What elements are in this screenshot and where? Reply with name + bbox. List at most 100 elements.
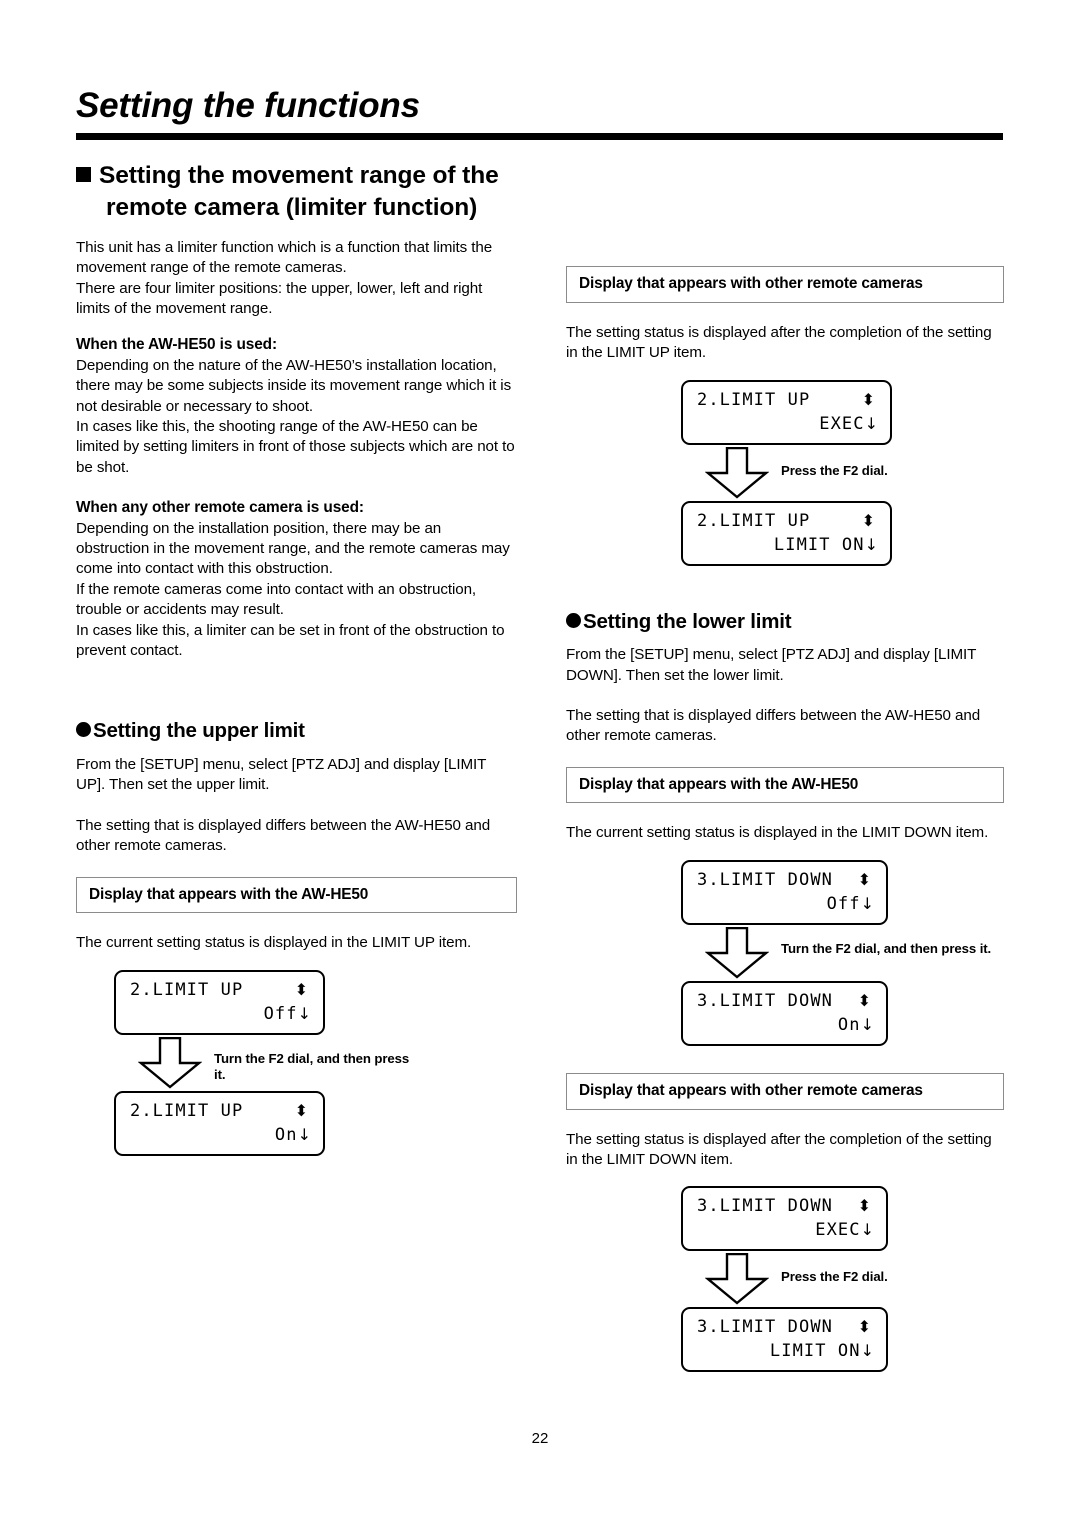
caption-box-other-lower: Display that appears with other remote c… [566, 1072, 1004, 1110]
up-down-arrow-icon: ⬍ [861, 510, 875, 530]
lcd-line1-text: 3.LIMIT DOWN [697, 1196, 834, 1217]
lcd-line1-text: 2.LIMIT UP [697, 510, 811, 531]
lcd-display-limit-down-limit-on: 3.LIMIT DOWN ⬍ LIMIT ON ↓ [681, 1307, 888, 1373]
caption-box-he50-upper: Display that appears with the AW-HE50 [76, 876, 517, 914]
intro-paragraph-1: This unit has a limiter function which i… [76, 238, 493, 277]
lcd-display-limit-up-off: 2.LIMIT UP ⬍ Off ↓ [114, 969, 325, 1035]
lcd-line1-text: 2.LIMIT UP [697, 389, 811, 410]
lcd-line2-text: LIMIT ON [769, 1341, 861, 1362]
intro-paragraph-2: There are four limiter positions: the up… [76, 279, 483, 317]
up-down-arrow-icon: ⬍ [857, 990, 871, 1010]
section-heading-text: Setting the movement range of the remote… [99, 162, 499, 221]
up-down-arrow-icon: ⬍ [857, 869, 871, 889]
lower-limit-paragraph-4: The setting status is displayed after th… [566, 1130, 992, 1168]
flow-step-other-lower: Press the F2 dial. [681, 1251, 1004, 1307]
flow-caption-text: Press the F2 dial. [781, 1269, 888, 1285]
upper-limit-paragraph-1: From the [SETUP] menu, select [PTZ ADJ] … [76, 756, 487, 794]
he50-paragraph-2: In cases like this, the shooting range o… [76, 417, 515, 476]
lcd-line1-text: 2.LIMIT UP [130, 1100, 244, 1121]
page-title: Setting the functions [76, 86, 420, 125]
heading-setting-upper-limit: Setting the upper limit [76, 719, 517, 744]
lower-limit-paragraph-1: From the [SETUP] menu, select [PTZ ADJ] … [566, 646, 977, 684]
flow-step-he50-lower: Turn the F2 dial, and then press it. [681, 925, 1004, 981]
down-arrow-icon: ↓ [860, 1341, 874, 1361]
up-down-arrow-icon: ⬍ [857, 1196, 871, 1216]
flow-down-arrow-icon [137, 1036, 203, 1094]
flow-caption-text: Turn the F2 dial, and then press it. [214, 1050, 410, 1083]
flow-caption-text: Press the F2 dial. [781, 462, 888, 478]
flow-step-he50-upper: Turn the F2 dial, and then press it. [114, 1035, 517, 1091]
left-column: Setting the movement range of the remote… [76, 160, 517, 1156]
subheading-he50: When the AW-HE50 is used: [76, 336, 277, 354]
lcd-display-limit-down-exec: 3.LIMIT DOWN ⬍ EXEC ↓ [681, 1186, 888, 1252]
caption-box-he50-lower: Display that appears with the AW-HE50 [566, 766, 1004, 804]
lcd-line2-text: On [837, 1014, 861, 1035]
down-arrow-icon: ↓ [860, 893, 874, 913]
flow-down-arrow-icon [704, 446, 770, 504]
flow-down-arrow-icon [704, 926, 770, 984]
lower-limit-paragraph-3: The current setting status is displayed … [566, 824, 989, 842]
lcd-group-he50-upper: 2.LIMIT UP ⬍ Off ↓ Turn the F2 dial, and … [76, 969, 517, 1156]
down-arrow-icon: ↓ [297, 1124, 311, 1144]
down-arrow-icon: ↓ [864, 413, 878, 433]
down-arrow-icon: ↓ [297, 1003, 311, 1023]
heading-lower-limit-text: Setting the lower limit [583, 609, 792, 633]
lcd-line2-text: On [274, 1124, 298, 1145]
round-bullet-icon [76, 722, 91, 738]
lcd-group-other-upper: 2.LIMIT UP ⬍ EXEC ↓ Press the F2 dial. 2.… [566, 379, 1004, 566]
lcd-display-limit-up-exec: 2.LIMIT UP ⬍ EXEC ↓ [681, 379, 892, 445]
flow-caption-text: Turn the F2 dial, and then press it. [781, 940, 992, 956]
upper-limit-paragraph-3: The current setting status is displayed … [76, 934, 472, 952]
up-down-arrow-icon: ⬍ [294, 1100, 308, 1120]
upper-limit-paragraph-2: The setting that is displayed differs be… [76, 816, 491, 855]
lcd-line2-text: EXEC [819, 413, 865, 434]
up-down-arrow-icon: ⬍ [294, 979, 308, 999]
subheading-other-camera: When any other remote camera is used: [76, 499, 364, 517]
down-arrow-icon: ↓ [860, 1014, 874, 1034]
flow-down-arrow-icon [704, 1253, 770, 1310]
lcd-line2-text: EXEC [815, 1220, 861, 1241]
other-upper-paragraph-1: The setting status is displayed after th… [566, 323, 992, 362]
lcd-display-limit-up-on: 2.LIMIT UP ⬍ On ↓ [114, 1090, 325, 1156]
up-down-arrow-icon: ⬍ [857, 1317, 871, 1337]
right-column: Display that appears with other remote c… [566, 160, 1004, 1373]
title-rule [76, 133, 1003, 140]
lcd-line1-text: 2.LIMIT UP [130, 979, 244, 1000]
section-heading-limiter: Setting the movement range of the remote… [76, 160, 517, 224]
heading-upper-limit-text: Setting the upper limit [93, 719, 305, 743]
lcd-line2-text: Off [826, 893, 861, 914]
round-bullet-icon [566, 612, 581, 628]
lcd-group-other-lower: 3.LIMIT DOWN ⬍ EXEC ↓ Press the F2 dial. … [566, 1186, 1004, 1373]
down-arrow-icon: ↓ [864, 534, 878, 554]
lcd-display-limit-up-limit-on: 2.LIMIT UP ⬍ LIMIT ON ↓ [681, 500, 892, 566]
lcd-display-limit-down-on: 3.LIMIT DOWN ⬍ On ↓ [681, 980, 888, 1046]
other-camera-paragraph-3: In cases like this, a limiter can be set… [76, 621, 505, 659]
heading-setting-lower-limit: Setting the lower limit [566, 610, 1004, 635]
lcd-display-limit-down-off: 3.LIMIT DOWN ⬍ Off ↓ [681, 859, 888, 925]
manual-page: Setting the functions Setting the moveme… [0, 0, 1080, 1527]
up-down-arrow-icon: ⬍ [861, 389, 875, 409]
caption-box-other-upper: Display that appears with other remote c… [566, 266, 1004, 303]
lcd-line1-text: 3.LIMIT DOWN [697, 990, 834, 1011]
flow-step-other-upper: Press the F2 dial. [681, 445, 1004, 501]
lcd-line1-text: 3.LIMIT DOWN [697, 869, 834, 890]
he50-paragraph-1: Depending on the nature of the AW-HE50’s… [76, 356, 512, 415]
lcd-line1-text: 3.LIMIT DOWN [697, 1317, 834, 1338]
